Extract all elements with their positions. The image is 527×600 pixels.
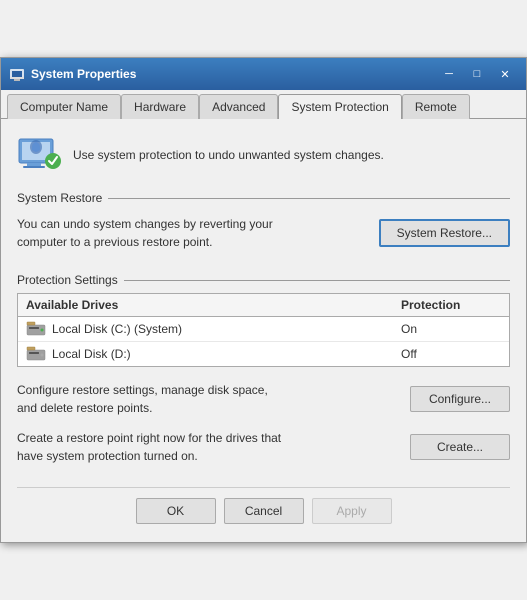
table-row[interactable]: Local Disk (C:) (System) On (18, 317, 509, 342)
window-title: System Properties (31, 67, 136, 81)
tab-content: Use system protection to undo unwanted s… (1, 119, 526, 542)
drive-d-name: Local Disk (D:) (26, 346, 401, 362)
configure-row: Configure restore settings, manage disk … (17, 377, 510, 425)
protection-table: Available Drives Protection Local Disk (… (17, 293, 510, 367)
protection-settings-section: Protection Settings Available Drives Pro… (17, 273, 510, 473)
tab-system-protection[interactable]: System Protection (278, 94, 401, 119)
protection-settings-title: Protection Settings (17, 273, 510, 287)
window-icon (9, 66, 25, 82)
tab-advanced[interactable]: Advanced (199, 94, 278, 119)
tab-remote[interactable]: Remote (402, 94, 470, 119)
computer-shield-icon (17, 133, 61, 177)
cancel-button[interactable]: Cancel (224, 498, 304, 524)
footer-buttons: OK Cancel Apply (17, 487, 510, 530)
create-row: Create a restore point right now for the… (17, 425, 510, 473)
drive-c-name: Local Disk (C:) (System) (26, 321, 401, 337)
top-info: Use system protection to undo unwanted s… (17, 133, 510, 177)
title-bar: System Properties ─ □ ✕ (1, 58, 526, 90)
tab-hardware[interactable]: Hardware (121, 94, 199, 119)
drive-c-icon (26, 321, 46, 337)
configure-text: Configure restore settings, manage disk … (17, 381, 287, 417)
create-text: Create a restore point right now for the… (17, 429, 287, 465)
drive-d-protection: Off (401, 347, 501, 361)
system-restore-description: You can undo system changes by reverting… (17, 215, 287, 251)
system-restore-title: System Restore (17, 191, 510, 205)
col-protection-header: Protection (401, 298, 501, 312)
top-info-text: Use system protection to undo unwanted s… (73, 148, 384, 162)
minimize-button[interactable]: ─ (436, 64, 462, 84)
tab-computer-name[interactable]: Computer Name (7, 94, 121, 119)
create-button[interactable]: Create... (410, 434, 510, 460)
system-restore-button[interactable]: System Restore... (379, 219, 510, 247)
tab-bar: Computer Name Hardware Advanced System P… (1, 90, 526, 119)
close-button[interactable]: ✕ (492, 64, 518, 84)
system-restore-section: System Restore You can undo system chang… (17, 191, 510, 259)
col-drives-header: Available Drives (26, 298, 401, 312)
title-controls: ─ □ ✕ (436, 64, 518, 84)
ok-button[interactable]: OK (136, 498, 216, 524)
system-properties-window: System Properties ─ □ ✕ Computer Name Ha… (0, 57, 527, 543)
system-restore-row: You can undo system changes by reverting… (17, 211, 510, 259)
title-bar-left: System Properties (9, 66, 136, 82)
table-header: Available Drives Protection (18, 294, 509, 317)
apply-button[interactable]: Apply (312, 498, 392, 524)
maximize-button[interactable]: □ (464, 64, 490, 84)
table-row[interactable]: Local Disk (D:) Off (18, 342, 509, 366)
configure-button[interactable]: Configure... (410, 386, 510, 412)
drive-d-icon (26, 346, 46, 362)
drive-c-protection: On (401, 322, 501, 336)
